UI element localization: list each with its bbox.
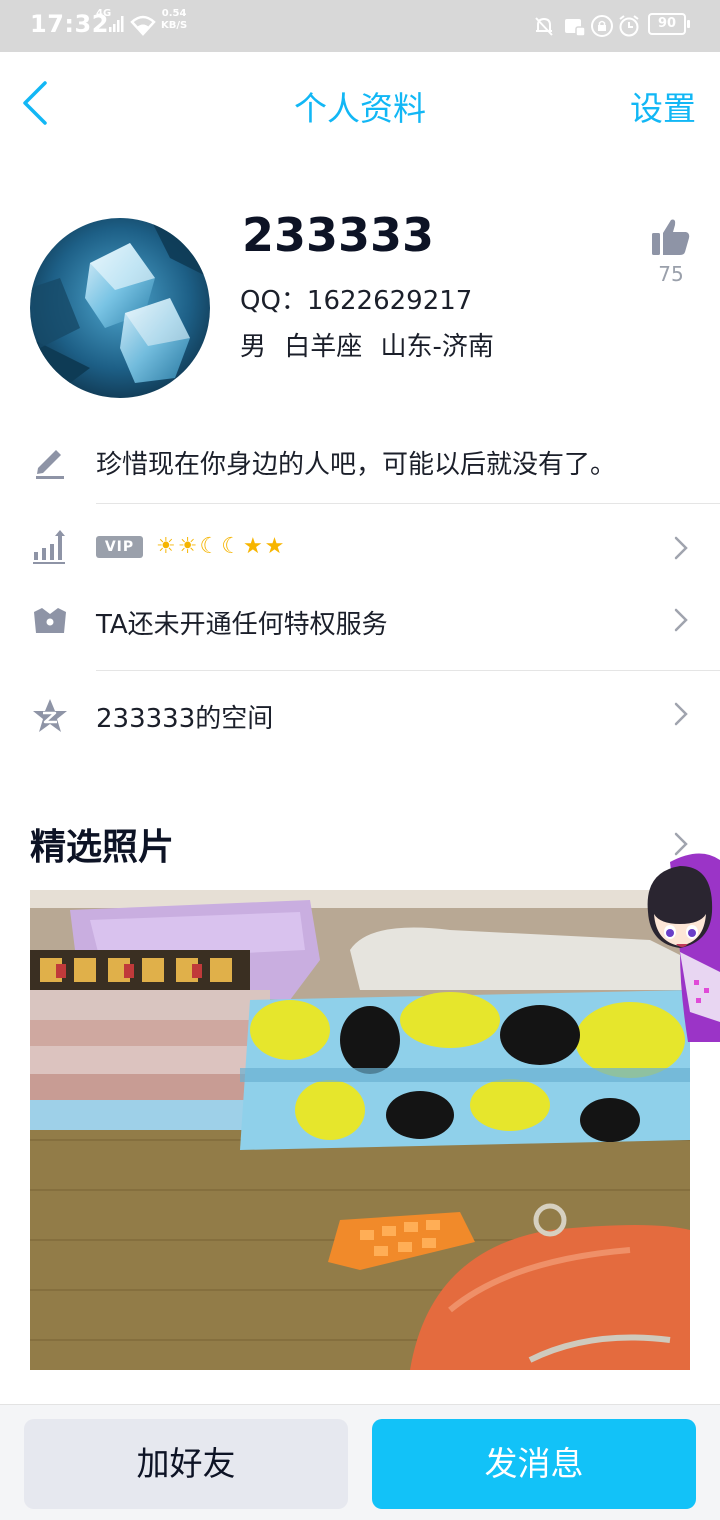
battery-icon: 90	[648, 13, 690, 35]
bottom-action-bar: 加好友 发消息	[0, 1404, 720, 1520]
network-speed: 0.54 KB/S	[161, 8, 187, 32]
star-icon: ★	[242, 534, 263, 559]
add-friend-button[interactable]: 加好友	[24, 1419, 348, 1509]
pencil-icon	[36, 450, 64, 479]
privilege-text[interactable]: TA还未开通任何特权服务	[96, 604, 388, 641]
sim-icon	[565, 19, 586, 37]
sun-icon: ☀	[156, 534, 176, 559]
chevron-right-icon[interactable]	[672, 700, 690, 728]
send-message-button[interactable]: 发消息	[372, 1419, 696, 1509]
speed-unit: KB/S	[161, 20, 188, 31]
sun-icon: ☀	[177, 534, 198, 559]
featured-photo-image	[30, 890, 690, 1370]
moon-icon: ☾	[221, 534, 241, 559]
signal-icon	[109, 16, 124, 32]
like-count: 75	[658, 262, 684, 286]
qzone-link[interactable]: 233333的空间	[96, 698, 273, 735]
settings-button[interactable]: 设置	[630, 82, 696, 130]
nickname: 233333	[242, 208, 435, 262]
featured-photo[interactable]	[30, 890, 690, 1370]
avatar[interactable]	[30, 218, 210, 398]
wifi-icon	[130, 15, 156, 36]
level-chart-icon	[33, 530, 65, 564]
status-bar: 17:32 4G 0.54 KB/S 90	[0, 0, 720, 52]
alarm-icon	[619, 15, 639, 37]
crown-icon	[34, 608, 66, 633]
avatar-image	[30, 218, 210, 398]
lock-icon	[591, 15, 613, 37]
divider	[96, 670, 720, 671]
moon-icon: ☾	[199, 534, 220, 559]
page-title: 个人资料	[294, 89, 426, 128]
qzone-star-icon	[33, 699, 67, 732]
chevron-right-icon[interactable]	[672, 534, 690, 562]
mascot-character[interactable]	[640, 852, 720, 1042]
title-bar: 个人资料 设置	[0, 52, 720, 156]
section-title-photos: 精选照片	[30, 827, 175, 868]
level-icons: ☀ ☀ ☾ ☾ ★ ★	[156, 534, 284, 560]
signature-text[interactable]: 珍惜现在你身边的人吧，可能以后就没有了。	[96, 444, 616, 481]
chevron-right-icon[interactable]	[672, 606, 690, 634]
profile-meta: 男 白羊座 山东-济南	[240, 332, 494, 362]
vip-badge: VIP	[96, 536, 143, 558]
speed-value: 0.54	[161, 8, 187, 19]
thumbs-up-icon[interactable]	[650, 216, 692, 258]
divider	[96, 503, 720, 504]
star-icon: ★	[264, 534, 285, 559]
qq-number: QQ：1622629217	[240, 286, 473, 316]
mute-icon	[535, 17, 553, 36]
